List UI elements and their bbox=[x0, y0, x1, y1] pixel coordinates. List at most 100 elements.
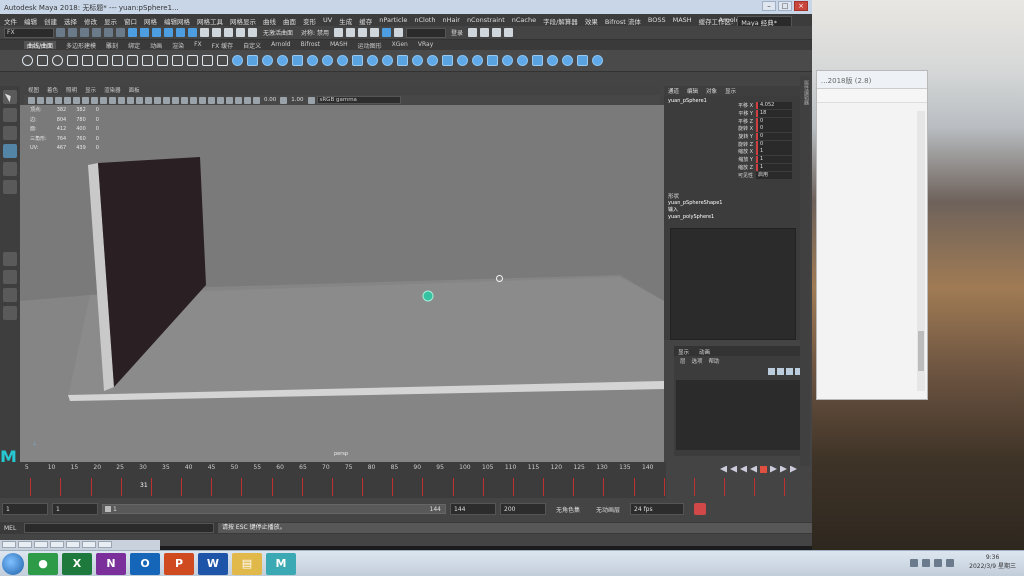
snap-point-icon[interactable] bbox=[224, 28, 233, 37]
menu-item-0[interactable]: 文件 bbox=[4, 16, 17, 26]
move-tool-icon[interactable] bbox=[3, 144, 17, 158]
attach-surfaces-icon[interactable] bbox=[502, 55, 513, 66]
layer-menu-0[interactable]: 层 bbox=[680, 357, 686, 365]
go-to-start-icon[interactable] bbox=[720, 465, 727, 473]
detach-curves-icon[interactable] bbox=[142, 55, 153, 66]
step-back-frame-icon[interactable] bbox=[740, 465, 747, 473]
step-forward-frame-icon[interactable] bbox=[770, 465, 777, 473]
move-layer-up-icon[interactable] bbox=[768, 368, 775, 375]
arnold-render-icon[interactable] bbox=[381, 28, 391, 37]
word-app-icon[interactable]: W bbox=[198, 552, 228, 575]
stop-button[interactable] bbox=[760, 465, 767, 473]
insert-knot-icon[interactable] bbox=[157, 55, 168, 66]
nurbs-circle-icon[interactable] bbox=[22, 55, 33, 66]
attribute-value[interactable]: 0 bbox=[756, 140, 792, 148]
shelf-tab-5[interactable]: 渲染 bbox=[172, 41, 184, 50]
attribute-value[interactable]: 1 bbox=[756, 148, 792, 156]
new-layer-icon[interactable] bbox=[786, 368, 793, 375]
network-icon[interactable] bbox=[934, 559, 942, 567]
menu-item-8[interactable]: 编辑网格 bbox=[164, 16, 190, 26]
field-chart-icon[interactable] bbox=[100, 96, 107, 104]
offset-curve-icon[interactable] bbox=[187, 55, 198, 66]
close-button[interactable]: × bbox=[794, 1, 808, 11]
attribute-editor-icon[interactable] bbox=[479, 28, 489, 37]
menu-item-21[interactable]: nCache bbox=[512, 16, 536, 24]
menu-item-10[interactable]: 网格显示 bbox=[230, 16, 256, 26]
attribute-value[interactable]: 4.052 bbox=[756, 102, 792, 110]
gamma-value[interactable]: 1.00 bbox=[291, 97, 303, 103]
menu-item-17[interactable]: nParticle bbox=[379, 16, 407, 24]
move-layer-down-icon[interactable] bbox=[777, 368, 784, 375]
menu-item-19[interactable]: nHair bbox=[442, 16, 459, 24]
scene-end-field[interactable]: 200 bbox=[500, 503, 546, 515]
menu-item-13[interactable]: 变形 bbox=[303, 16, 316, 26]
single-view-layout-icon[interactable] bbox=[3, 252, 17, 266]
shelf-tab-1[interactable]: 多边形建模 bbox=[66, 41, 96, 50]
menu-item-6[interactable]: 窗口 bbox=[124, 16, 137, 26]
attribute-row[interactable]: 缩放 Z1 bbox=[722, 163, 792, 172]
minimized-window-7[interactable] bbox=[98, 541, 112, 548]
channel-box-tab-1[interactable]: 编辑 bbox=[687, 87, 698, 95]
3d-viewport[interactable]: 顶点: 382 382 0 边: 804 780 0 面: 412 400 0 三角形: 764 760 0 U… bbox=[20, 105, 664, 463]
attribute-row[interactable]: 可见性 启用 bbox=[722, 171, 792, 179]
tray-icon-2[interactable] bbox=[922, 559, 930, 567]
attribute-row[interactable]: 旋转 Y0 bbox=[722, 133, 792, 141]
minimized-window-2[interactable] bbox=[18, 541, 32, 548]
ipr-render-icon[interactable] bbox=[345, 28, 355, 37]
select-camera-icon[interactable] bbox=[28, 96, 35, 104]
film-gate-icon[interactable] bbox=[73, 96, 80, 104]
revolve-icon[interactable] bbox=[322, 55, 333, 66]
symmetry-label[interactable]: 对称: 禁用 bbox=[301, 28, 329, 37]
chrome-app-icon[interactable]: ● bbox=[28, 552, 58, 575]
extend-surface-icon[interactable] bbox=[562, 55, 573, 66]
start-button[interactable] bbox=[2, 552, 24, 575]
menu-item-12[interactable]: 曲面 bbox=[283, 16, 296, 26]
anti-aliasing-icon[interactable] bbox=[199, 96, 206, 104]
shelf-tab-8[interactable]: 自定义 bbox=[243, 41, 261, 50]
nurbs-square-icon[interactable] bbox=[37, 55, 48, 66]
rotate-tool-icon[interactable] bbox=[3, 162, 17, 176]
menu-item-23[interactable]: 效果 bbox=[585, 16, 598, 26]
safe-action-icon[interactable] bbox=[109, 96, 116, 104]
attribute-value[interactable]: 0 bbox=[756, 117, 792, 125]
menu-item-18[interactable]: nCloth bbox=[414, 16, 435, 24]
attribute-row[interactable]: 平移 Z0 bbox=[722, 117, 792, 125]
default-material-icon[interactable] bbox=[136, 96, 143, 104]
nurbs-torus-icon[interactable] bbox=[307, 55, 318, 66]
snap-grid-icon[interactable] bbox=[200, 28, 209, 37]
shelf-tab-7[interactable]: FX 缓存 bbox=[212, 41, 233, 50]
pick-mask-icon[interactable] bbox=[152, 28, 161, 37]
edge-mask-icon[interactable] bbox=[176, 28, 185, 37]
character-set-dropdown[interactable]: 无角色集 bbox=[556, 505, 580, 514]
menu-item-22[interactable]: 字段/解算器 bbox=[543, 16, 578, 26]
render-icon[interactable] bbox=[333, 28, 343, 37]
render-view-icon[interactable] bbox=[393, 28, 403, 37]
grid-icon[interactable] bbox=[64, 96, 71, 104]
attribute-value[interactable]: 1 bbox=[756, 163, 792, 171]
menu-item-2[interactable]: 创建 bbox=[44, 16, 57, 26]
powerpoint-app-icon[interactable]: P bbox=[164, 552, 194, 575]
viewport-menu-2[interactable]: 照明 bbox=[66, 86, 77, 95]
login-button[interactable]: 登录 bbox=[451, 28, 463, 37]
menu-item-3[interactable]: 选择 bbox=[64, 16, 77, 26]
scene-start-field[interactable]: 1 bbox=[2, 503, 48, 515]
menu-item-26[interactable]: MASH bbox=[673, 16, 692, 24]
shelf-tab-10[interactable]: Bifrost bbox=[301, 41, 320, 49]
menu-item-7[interactable]: 网格 bbox=[144, 16, 157, 26]
snap-view-icon[interactable] bbox=[236, 28, 245, 37]
range-slider-handle[interactable] bbox=[105, 506, 111, 512]
select-object-icon[interactable] bbox=[128, 28, 137, 37]
boundary-icon[interactable] bbox=[397, 55, 408, 66]
attribute-row[interactable]: 平移 X 4.052 bbox=[722, 102, 792, 110]
maya-app-icon[interactable]: M bbox=[266, 552, 296, 575]
live-surface-label[interactable]: 无激活曲面 bbox=[263, 28, 293, 37]
attribute-value[interactable]: 1 bbox=[756, 156, 792, 164]
layer-list[interactable] bbox=[676, 380, 806, 450]
resolution-gate-icon[interactable] bbox=[82, 96, 89, 104]
time-slider[interactable]: 5 10 15 20 25 30 35 40 45 50 55 60 65 70 75 80 85 90 95 100… bbox=[0, 462, 786, 498]
attribute-row[interactable]: 缩放 Y1 bbox=[722, 156, 792, 164]
maximize-button[interactable]: □ bbox=[778, 1, 792, 11]
nurbs-cube-icon[interactable] bbox=[247, 55, 258, 66]
menu-item-1[interactable]: 编辑 bbox=[24, 16, 37, 26]
tray-icon-1[interactable] bbox=[910, 559, 918, 567]
